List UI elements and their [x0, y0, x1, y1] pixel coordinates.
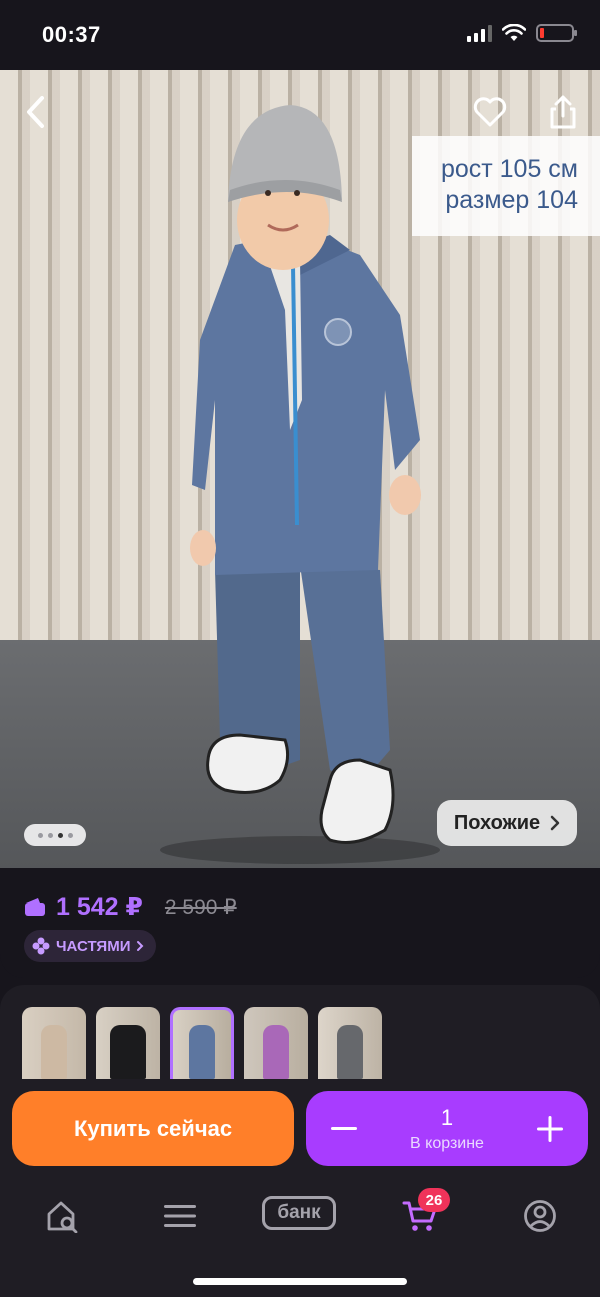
status-bar: 00:37 [0, 0, 600, 70]
cart-badge: 26 [418, 1188, 450, 1212]
installments-label: ЧАСТЯМИ [56, 937, 131, 955]
price-row: 1 542 ₽ 2 590 ₽ [24, 892, 237, 922]
current-price: 1 542 ₽ [56, 893, 143, 921]
share-icon [550, 95, 576, 129]
chevron-right-icon [137, 941, 144, 951]
similar-label: Похожие [453, 811, 541, 834]
tab-profile[interactable] [516, 1192, 564, 1240]
cellular-signal-icon [467, 24, 492, 42]
cart-quantity-control: 1 В корзине [306, 1091, 588, 1166]
variant-thumb-black[interactable] [96, 1007, 160, 1079]
variant-thumbnails [22, 1007, 382, 1079]
wifi-icon [502, 24, 526, 41]
tab-bank[interactable]: банк [262, 1196, 336, 1230]
product-photo[interactable]: рост 105 см размер 104 Похожие [0, 70, 600, 868]
menu-icon [164, 1205, 196, 1227]
home-search-icon [47, 1201, 78, 1233]
profile-icon [524, 1200, 556, 1232]
status-time: 00:37 [42, 22, 101, 47]
bottom-tab-bar: банк 26 [0, 1180, 600, 1250]
variant-thumb-blue-grey[interactable] [170, 1007, 234, 1079]
favorite-button[interactable] [468, 90, 512, 134]
tab-home-search[interactable] [38, 1192, 86, 1240]
variant-thumb-purple[interactable] [244, 1007, 308, 1079]
share-button[interactable] [541, 90, 585, 134]
model-height-text: рост 105 см [440, 155, 578, 183]
price-card: 1 542 ₽ 2 590 ₽ ЧАСТЯМИ [0, 868, 600, 978]
battery-icon [536, 24, 577, 42]
chevron-right-icon [550, 815, 560, 831]
back-button[interactable] [14, 90, 58, 134]
home-indicator [193, 1278, 407, 1285]
plus-icon [537, 1116, 563, 1142]
increase-quantity-button[interactable] [530, 1109, 570, 1149]
photo-pagination-dots [24, 824, 86, 846]
variant-thumb-grey[interactable] [318, 1007, 382, 1079]
wallet-icon [25, 898, 45, 916]
old-price: 2 590 ₽ [164, 895, 237, 919]
similar-products-button[interactable]: Похожие [437, 800, 577, 846]
variant-thumb-beige[interactable] [22, 1007, 86, 1079]
installments-icon [32, 937, 50, 955]
installments-button[interactable]: ЧАСТЯМИ [24, 930, 157, 962]
heart-icon [473, 97, 507, 127]
tab-catalog[interactable] [156, 1192, 204, 1240]
model-size-text: размер 104 [445, 186, 578, 214]
buy-now-button[interactable]: Купить сейчас [12, 1091, 294, 1166]
status-icons [467, 24, 577, 42]
chevron-left-icon [27, 96, 44, 128]
model-size-tag: рост 105 см размер 104 [412, 136, 600, 236]
purchase-actions: Купить сейчас 1 В корзине [0, 1090, 600, 1168]
